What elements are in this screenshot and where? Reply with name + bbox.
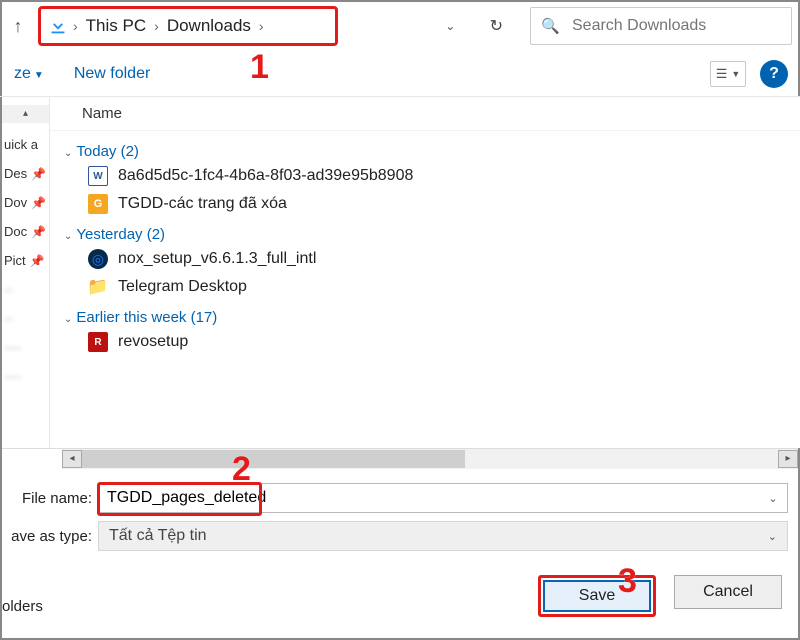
chevron-right-icon: › [154,18,159,34]
toolbar: ze▼ New folder ☰ ▼ ? [0,52,800,97]
sidebar-item-desktop[interactable]: Des📌 [2,166,46,181]
chevron-right-icon: › [73,18,78,34]
group-today[interactable]: ⌄Today (2) [64,143,800,160]
address-row: ↑ › This PC › Downloads › ⌄ ↻ 🔍 [0,0,800,52]
dialog-bottom: olders Save Cancel [0,553,800,625]
app-icon: ◎ [88,249,108,269]
search-box[interactable]: 🔍 [530,7,792,45]
pin-icon: 📌 [31,167,46,181]
filename-label: File name: [0,490,98,507]
list-item[interactable]: ◎nox_setup_v6.6.1.3_full_intl [58,245,800,273]
filename-dropdown[interactable]: ⌄ [759,492,787,505]
scroll-left-button[interactable]: ◂ [62,450,82,468]
installer-icon: R [88,332,108,352]
chevron-down-icon: ⌄ [64,148,72,159]
main-area: ▴ uick a Des📌 Dov📌 Doc📌 Pict📌 ·· ·· ····… [0,97,800,449]
help-button[interactable]: ? [760,60,788,88]
scroll-right-button[interactable]: ▸ [778,450,798,468]
cancel-button[interactable]: Cancel [674,575,782,609]
organize-menu[interactable]: ze▼ [14,65,44,83]
horizontal-scrollbar[interactable]: ◂ ▸ [62,449,798,469]
new-folder-button[interactable]: New folder [74,65,150,83]
sidebar-item-pictures[interactable]: Pict📌 [2,253,45,268]
sidebar-item-downloads[interactable]: Dov📌 [2,195,46,210]
nav-up-button[interactable]: ↑ [4,12,32,40]
saveas-row: ave as type: Tất cả Tệp tin⌄ [0,515,800,553]
chevron-down-icon: ⌄ [64,314,72,325]
scroll-thumb[interactable] [82,450,465,468]
saveas-type-select[interactable]: Tất cả Tệp tin⌄ [98,521,788,551]
saveas-label: ave as type: [0,528,98,545]
chevron-down-icon: ⌄ [64,231,72,242]
column-header-name[interactable]: Name [50,97,800,131]
folder-icon: 📁 [88,277,108,297]
file-pane: Name ⌄Today (2) W8a6d5d5c-1fc4-4b6a-8f03… [50,97,800,448]
browse-folders-toggle[interactable]: olders [2,598,43,615]
refresh-button[interactable]: ↻ [476,16,516,36]
group-yesterday[interactable]: ⌄Yesterday (2) [64,226,800,243]
filename-input[interactable] [99,484,759,512]
crumb-downloads[interactable]: Downloads [167,16,251,36]
sidebar-item-quick-access[interactable]: uick a [2,137,38,152]
sidebar-item-blurred[interactable]: ···· [2,369,21,384]
chevron-right-icon: › [259,18,264,34]
list-item[interactable]: W8a6d5d5c-1fc4-4b6a-8f03-ad39e95b8908 [58,162,800,190]
view-options-button[interactable]: ☰ ▼ [710,61,746,87]
crumb-this-pc[interactable]: This PC [86,16,146,36]
list-item[interactable]: GTGDD-các trang đã xóa [58,190,800,218]
word-icon: W [88,166,108,186]
pin-icon: 📌 [30,254,45,268]
sidebar-item-documents[interactable]: Doc📌 [2,224,46,239]
quick-access-sidebar: ▴ uick a Des📌 Dov📌 Doc📌 Pict📌 ·· ·· ····… [0,97,50,448]
sidebar-item-blurred[interactable]: ·· [2,311,13,326]
search-icon: 🔍 [541,17,560,35]
file-list: ⌄Today (2) W8a6d5d5c-1fc4-4b6a-8f03-ad39… [50,131,800,448]
search-input[interactable] [570,16,781,36]
sidebar-scroll-up[interactable]: ▴ [2,105,49,123]
list-item[interactable]: Rrevosetup [58,328,800,356]
breadcrumb[interactable]: › This PC › Downloads › [38,6,338,46]
chevron-down-icon: ⌄ [768,530,777,543]
downloads-icon [47,15,69,37]
pin-icon: 📌 [31,225,46,239]
filename-row: File name: ⌄ [0,477,800,515]
group-earlier-week[interactable]: ⌄Earlier this week (17) [64,309,800,326]
list-item[interactable]: 📁Telegram Desktop [58,273,800,301]
address-dropdown[interactable]: ⌄ [430,19,470,33]
pdf-icon: G [88,194,108,214]
sidebar-item-blurred[interactable]: ·· [2,282,13,297]
sidebar-item-blurred[interactable]: ···· [2,340,21,355]
pin-icon: 📌 [31,196,46,210]
save-button[interactable]: Save [543,580,651,612]
filename-field-wrap: ⌄ [98,483,788,513]
annotation-box-3: Save [538,575,656,617]
